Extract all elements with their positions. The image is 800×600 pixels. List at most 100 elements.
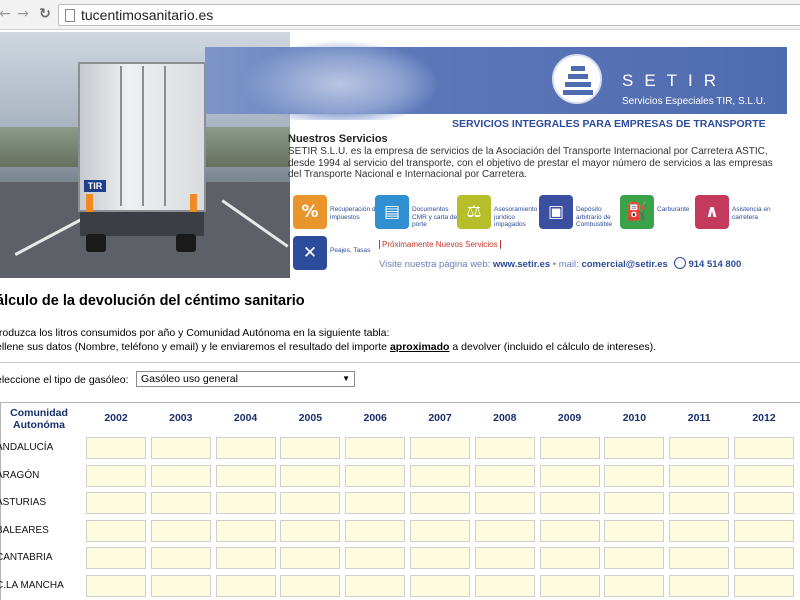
liters-input[interactable]	[345, 575, 406, 597]
year-header: 2005	[298, 412, 323, 424]
liters-input[interactable]	[215, 519, 276, 542]
brand-name: SETIR	[622, 71, 728, 90]
tagline: SERVICIOS INTEGRALES PARA EMPRESAS DE TR…	[452, 118, 766, 130]
year-header: 2003	[169, 412, 193, 424]
liters-input[interactable]	[150, 519, 211, 542]
region-label: BALEARES	[0, 524, 49, 536]
liters-input[interactable]	[734, 547, 794, 570]
liters-input[interactable]	[215, 547, 276, 570]
setir-banner: TIR SETIR Servicios Especiales TIR, S.L.…	[0, 32, 800, 278]
liters-input[interactable]	[474, 437, 535, 459]
liters-input[interactable]	[280, 575, 341, 597]
year-header: 2011	[687, 412, 711, 424]
liters-input[interactable]	[669, 519, 730, 542]
liters-input[interactable]	[215, 437, 276, 459]
liters-input[interactable]	[410, 492, 470, 515]
liters-input[interactable]	[539, 575, 600, 597]
liters-input[interactable]	[604, 437, 665, 459]
year-header: 2007	[428, 412, 452, 424]
liters-input[interactable]	[734, 437, 794, 459]
gasoleo-label: eleccione el tipo de gasóleo:	[0, 374, 129, 386]
liters-input[interactable]	[345, 547, 406, 570]
lock-icon: ▣	[539, 195, 573, 229]
back-arrow-icon[interactable]: ←	[0, 5, 14, 23]
forward-arrow-icon[interactable]: →	[14, 5, 32, 23]
liters-input[interactable]	[669, 575, 730, 597]
liters-input[interactable]	[474, 464, 535, 487]
year-header: 2009	[557, 412, 582, 424]
reload-icon[interactable]: ↻	[36, 5, 54, 23]
gasoleo-selected-value: Gasóleo uso general	[141, 373, 238, 385]
liters-input[interactable]	[474, 492, 535, 515]
brand-subtitle: Servicios Especiales TIR, S.L.U.	[622, 96, 766, 107]
liters-input[interactable]	[539, 464, 600, 487]
liters-input[interactable]	[280, 464, 341, 487]
liters-input[interactable]	[86, 437, 146, 459]
liters-input[interactable]	[345, 492, 406, 515]
liters-input[interactable]	[345, 464, 406, 487]
liters-input[interactable]	[474, 547, 535, 570]
toll-icon: ✕	[293, 236, 327, 270]
liters-input[interactable]	[215, 575, 276, 597]
year-header: 2012	[752, 412, 776, 424]
liters-input[interactable]	[150, 547, 211, 570]
liters-input[interactable]	[669, 437, 730, 459]
region-label: ANDALUCÍA	[0, 442, 54, 453]
liters-input[interactable]	[734, 575, 794, 597]
liters-input[interactable]	[539, 492, 600, 515]
liters-input[interactable]	[669, 547, 730, 570]
liters-input[interactable]	[474, 519, 535, 542]
liters-input[interactable]	[215, 492, 276, 515]
email-link[interactable]: comercial@setir.es	[581, 259, 667, 270]
region-label: ASTURIAS	[0, 497, 47, 509]
browser-toolbar: ← → ↻ tucentimosanitario.es	[0, 0, 800, 30]
liters-input[interactable]	[86, 547, 146, 570]
corner-header: Comunidad Autonóma	[10, 407, 68, 431]
phone-number: 914 514 800	[688, 259, 742, 270]
dropdown-arrow-icon: ▼	[342, 374, 350, 383]
liters-input[interactable]	[539, 437, 600, 459]
liters-input[interactable]	[280, 519, 341, 542]
gasoleo-select[interactable]: Gasóleo uso general ▼	[136, 371, 355, 387]
liters-input[interactable]	[150, 492, 211, 515]
liters-input[interactable]	[539, 547, 600, 570]
liters-input[interactable]	[734, 519, 794, 542]
liters-input[interactable]	[86, 464, 146, 487]
website-link[interactable]: www.setir.es	[493, 259, 550, 270]
address-bar[interactable]: tucentimosanitario.es	[58, 4, 800, 26]
liters-input[interactable]	[410, 437, 470, 459]
region-label: ARAGÓN	[0, 469, 40, 481]
liters-input[interactable]	[474, 575, 535, 597]
liters-input[interactable]	[410, 575, 470, 597]
liters-input[interactable]	[150, 575, 211, 597]
liters-input[interactable]	[345, 519, 406, 542]
liters-input[interactable]	[215, 464, 276, 487]
region-label: CANTABRIA	[0, 552, 53, 564]
liters-input[interactable]	[604, 547, 665, 570]
truck-image: TIR	[78, 62, 206, 252]
liters-input[interactable]	[86, 575, 146, 597]
liters-input[interactable]	[669, 464, 730, 487]
liters-input[interactable]	[604, 492, 665, 515]
liters-input[interactable]	[604, 464, 665, 487]
liters-input[interactable]	[280, 492, 341, 515]
liters-input[interactable]	[280, 547, 341, 570]
liters-input[interactable]	[734, 464, 794, 487]
liters-input[interactable]	[604, 519, 665, 542]
liters-input[interactable]	[669, 492, 730, 515]
liters-input[interactable]	[280, 437, 341, 459]
liters-input[interactable]	[539, 519, 600, 542]
liters-input[interactable]	[150, 437, 211, 459]
liters-input[interactable]	[410, 547, 470, 570]
liters-input[interactable]	[410, 464, 470, 487]
url-text[interactable]: tucentimosanitario.es	[81, 7, 213, 23]
phone-icon	[674, 257, 687, 269]
liters-input[interactable]	[345, 437, 406, 459]
liters-input[interactable]	[604, 575, 665, 597]
liters-input[interactable]	[734, 492, 794, 515]
liters-input[interactable]	[150, 464, 211, 487]
liters-input[interactable]	[86, 492, 146, 515]
liters-input[interactable]	[410, 519, 470, 542]
liters-input[interactable]	[86, 519, 146, 542]
coming-soon-label: Próximamente Nuevos Servicios	[379, 240, 501, 249]
